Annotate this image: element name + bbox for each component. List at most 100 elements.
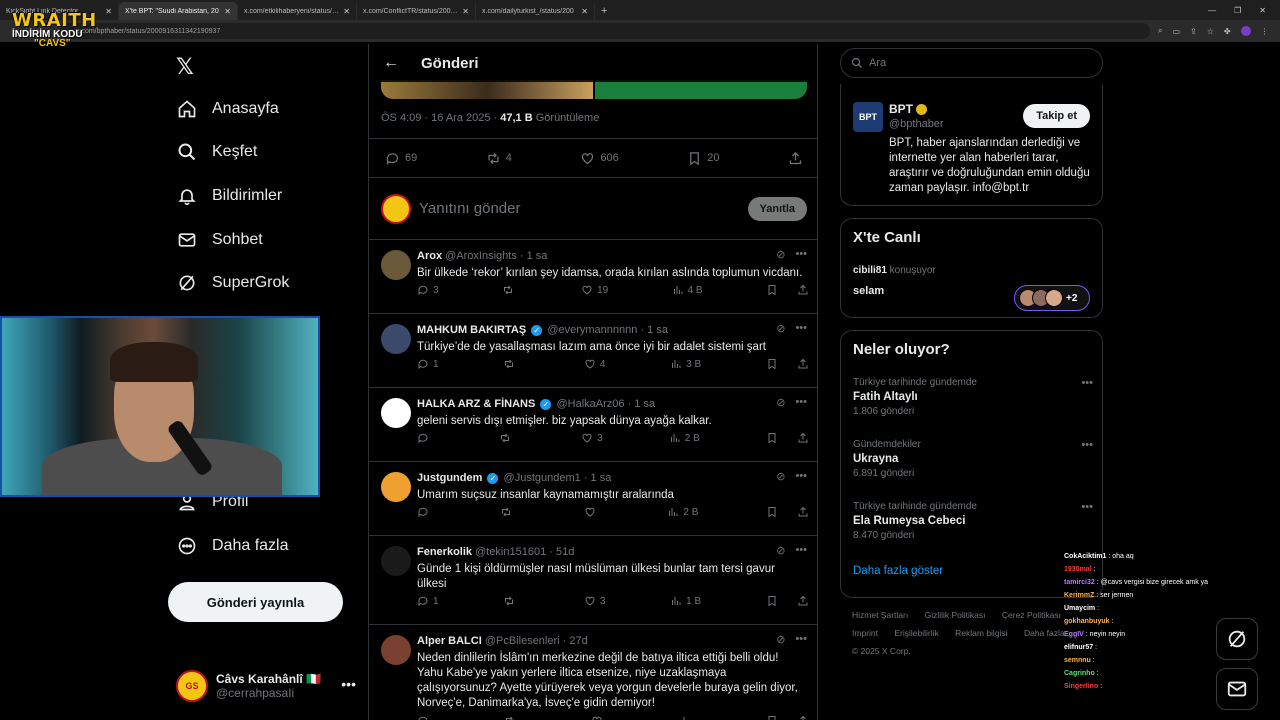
- repost-button[interactable]: [503, 358, 519, 370]
- grok-icon[interactable]: ⊘: [776, 633, 785, 646]
- grok-float-button[interactable]: [1216, 618, 1258, 660]
- bookmark-button[interactable]: 20: [687, 151, 719, 166]
- reply-post[interactable]: Justgundem ✓ @Justgundem1 · 1 sa ⊘ ••• Umar…: [369, 462, 817, 536]
- footer-link[interactable]: Erişilebilirlik: [894, 628, 938, 638]
- footer-link[interactable]: Imprint: [852, 628, 878, 638]
- grok-icon[interactable]: ⊘: [776, 396, 785, 409]
- bookmark-button[interactable]: [766, 284, 778, 296]
- more-icon[interactable]: •••: [795, 396, 807, 409]
- trend-item[interactable]: Türkiye tarihinde gündemde Fatih Altaylı…: [853, 377, 1093, 417]
- trend-item[interactable]: Türkiye tarihinde gündemde Ela Rumeysa C…: [853, 501, 1093, 541]
- cast-icon[interactable]: ▭: [1172, 27, 1180, 36]
- repost-button[interactable]: [503, 595, 519, 607]
- repost-button[interactable]: 4: [486, 151, 512, 166]
- bookmark-button[interactable]: [766, 506, 778, 518]
- profile-avatar[interactable]: [1240, 26, 1251, 36]
- views-button[interactable]: 3 B: [670, 358, 701, 370]
- nav-item-explore[interactable]: Keşfet: [176, 132, 257, 172]
- share-button[interactable]: [797, 715, 809, 720]
- footer-link[interactable]: Daha fazla: [1024, 628, 1065, 638]
- restore-icon[interactable]: ❐: [1234, 6, 1241, 15]
- reply-submit-button[interactable]: Yanıtla: [747, 196, 807, 221]
- more-icon[interactable]: •••: [1081, 377, 1093, 389]
- more-icon[interactable]: •••: [341, 676, 356, 692]
- author-name[interactable]: Alper BALCI: [417, 635, 482, 647]
- nav-item-supergrok[interactable]: SuperGrok: [176, 263, 289, 303]
- reply-post[interactable]: Fenerkolik @tekin151601 · 51d ⊘ ••• Günde 1…: [369, 536, 817, 625]
- author-name[interactable]: Justgundem: [417, 472, 482, 484]
- trend-item[interactable]: Gündemdekiler Ukrayna 6.891 gönderi •••: [853, 439, 1093, 479]
- avatar[interactable]: [381, 546, 411, 576]
- share-button[interactable]: [797, 358, 809, 370]
- like-button[interactable]: [591, 715, 607, 720]
- reply-post[interactable]: Arox @AroxInsights · 1 sa ⊘ ••• Bir ülkede …: [369, 240, 817, 314]
- like-button[interactable]: 19: [581, 284, 608, 296]
- browser-tab-active[interactable]: X'te BPT: "Suudi Arabistan, 20 ✕: [119, 2, 238, 20]
- avatar[interactable]: [381, 250, 411, 280]
- more-icon[interactable]: •••: [795, 470, 807, 483]
- show-more-link[interactable]: Daha fazla göster: [853, 565, 943, 577]
- minimize-icon[interactable]: —: [1208, 6, 1216, 15]
- nav-item-more[interactable]: Daha fazla: [176, 526, 289, 566]
- share-button[interactable]: [788, 151, 803, 166]
- more-icon[interactable]: •••: [1081, 439, 1093, 451]
- back-arrow-icon[interactable]: ←: [383, 54, 399, 72]
- zoom-icon[interactable]: ⌕: [1158, 26, 1162, 36]
- views-button[interactable]: 2 B: [669, 432, 700, 444]
- avatar[interactable]: BPT: [853, 102, 883, 132]
- messages-float-button[interactable]: [1216, 668, 1258, 710]
- profile-handle[interactable]: @bpthaber: [889, 118, 944, 130]
- footer-link[interactable]: Gizlilik Politikası: [925, 610, 986, 620]
- author-name[interactable]: HALKA ARZ & FİNANS: [417, 398, 535, 410]
- like-button[interactable]: [584, 506, 600, 518]
- author-name[interactable]: Arox: [417, 250, 442, 262]
- share-button[interactable]: [797, 506, 809, 518]
- close-window-icon[interactable]: ✕: [1259, 6, 1266, 15]
- reply-button[interactable]: 1: [417, 358, 439, 370]
- post-button[interactable]: Gönderi yayınla: [168, 582, 343, 622]
- live-card[interactable]: X'te Canlı cibili81 konuşuyor selam +2: [840, 218, 1103, 318]
- more-icon[interactable]: •••: [1081, 501, 1093, 513]
- like-button[interactable]: 3: [581, 432, 603, 444]
- browser-tab[interactable]: x.com/ConflictTR/status/20008 ✕: [357, 2, 476, 20]
- x-logo-icon[interactable]: 𝕏: [176, 54, 194, 80]
- avatar[interactable]: [381, 472, 411, 502]
- grok-icon[interactable]: ⊘: [776, 248, 785, 261]
- nav-item-messages[interactable]: Sohbet: [176, 220, 263, 260]
- close-icon[interactable]: ✕: [462, 7, 469, 16]
- reply-post[interactable]: MAHKUM BAKIRTAŞ ✓ @everymannnnnn · 1 sa ⊘…: [369, 314, 817, 388]
- bookmark-button[interactable]: [766, 595, 778, 607]
- views-button[interactable]: 2 B: [667, 506, 698, 518]
- footer-link[interactable]: Çerez Politikası: [1002, 610, 1061, 620]
- more-icon[interactable]: •••: [795, 322, 807, 335]
- search-input[interactable]: Ara: [840, 48, 1103, 78]
- reply-input[interactable]: Yanıtını gönder: [419, 200, 740, 217]
- views-button[interactable]: [679, 715, 695, 720]
- post-media[interactable]: [381, 80, 807, 99]
- share-button[interactable]: [797, 284, 809, 296]
- more-icon[interactable]: •••: [795, 248, 807, 261]
- profile-name[interactable]: BPT: [889, 102, 913, 116]
- account-switcher[interactable]: GS Câvs Karahânlî 🇮🇹 @cerrahpasaIi •••: [176, 666, 356, 706]
- author-name[interactable]: Fenerkolik: [417, 546, 472, 558]
- like-button[interactable]: 3: [584, 595, 605, 607]
- follow-button[interactable]: Takip et: [1023, 104, 1090, 128]
- like-button[interactable]: 4: [584, 358, 605, 370]
- grok-icon[interactable]: ⊘: [776, 470, 785, 483]
- share-button[interactable]: [797, 432, 809, 444]
- views-button[interactable]: 4 B: [672, 284, 703, 296]
- repost-button[interactable]: [504, 715, 520, 720]
- views-button[interactable]: 1 B: [670, 595, 701, 607]
- close-icon[interactable]: ✕: [224, 7, 231, 16]
- repost-button[interactable]: [502, 284, 518, 296]
- nav-item-notifications[interactable]: Bildirimler: [176, 176, 282, 216]
- avatar[interactable]: [381, 324, 411, 354]
- author-name[interactable]: MAHKUM BAKIRTAŞ: [417, 324, 526, 336]
- reply-button[interactable]: 1: [417, 595, 439, 607]
- reply-button[interactable]: [417, 715, 433, 720]
- browser-tab[interactable]: x.com/dailyturkist_/status/200 ✕: [476, 2, 595, 20]
- reply-post[interactable]: Alper BALCI @PcBilesenleri · 27d ⊘ ••• Nede…: [369, 625, 817, 720]
- share-button[interactable]: [797, 595, 809, 607]
- address-bar[interactable]: x.com/bpthaber/status/200091631134219093…: [60, 23, 1150, 39]
- star-icon[interactable]: ☆: [1207, 27, 1214, 36]
